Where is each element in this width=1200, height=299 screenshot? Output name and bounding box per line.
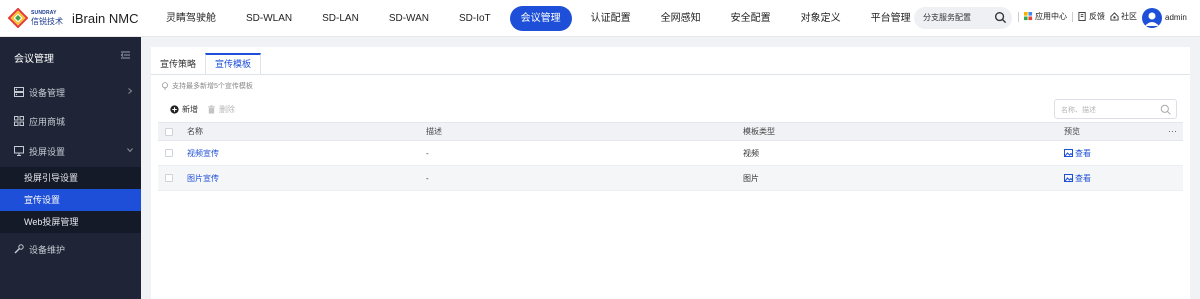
nav-item-security[interactable]: 安全配置 [720,6,782,31]
nav-item-cockpit[interactable]: 灵睛驾驶舱 [155,6,227,31]
table-header: 名称 描述 模板类型 预览 ··· [158,122,1183,141]
app-center-button[interactable]: 应用中心 [1024,11,1067,22]
delete-button-label: 删除 [219,105,235,114]
header-name[interactable]: 名称 [187,126,426,137]
main-nav: 灵睛驾驶舱 SD-WLAN SD-LAN SD-WAN SD-IoT 会议管理 … [155,6,930,31]
wrench-icon [14,244,24,254]
template-table: 名称 描述 模板类型 预览 ··· 视频宣传 - 视频 查看 图片宣传 - 图片… [158,122,1183,191]
feedback-label: 反馈 [1089,12,1105,21]
chevron-down-icon [127,148,133,153]
divider [1018,11,1019,22]
row-desc: - [426,173,429,183]
nav-item-sd-wlan[interactable]: SD-WLAN [235,6,303,31]
table-toolbar: 新增 删除 [170,104,244,115]
logo-text-en: SUNDRAY [31,9,57,16]
sidebar: 会议管理 设备管理 应用商城 投屏设置 投屏引导设置 宣传设置 Web投屏管理 … [0,37,141,299]
sidebar-item-label: 设备管理 [29,87,66,98]
table-row[interactable]: 图片宣传 - 图片 查看 [158,166,1183,191]
header-preview[interactable]: 预览 [1064,126,1183,137]
nav-item-awareness[interactable]: 全网感知 [650,6,712,31]
plus-circle-icon [170,105,179,114]
row-checkbox[interactable] [165,174,173,182]
header-type[interactable]: 模板类型 [743,126,1064,137]
delete-button[interactable]: 删除 [207,104,235,115]
sidebar-item-label: 投屏设置 [29,146,66,157]
sidebar-subitem-cast-guide[interactable]: 投屏引导设置 [0,167,141,189]
sidebar-item-maintenance[interactable]: 设备维护 [0,238,141,260]
table-row[interactable]: 视频宣传 - 视频 查看 [158,141,1183,166]
lightbulb-icon [162,82,168,90]
row-name-link[interactable]: 视频宣传 [187,149,219,158]
user-icon [1145,12,1159,26]
image-icon [1064,149,1073,157]
username[interactable]: admin [1165,13,1187,22]
avatar[interactable] [1142,8,1162,28]
add-button[interactable]: 新增 [170,104,198,115]
search-icon[interactable] [994,11,1007,24]
logo-mark-icon [7,7,29,29]
info-hint-text: 支持最多新增5个宣传模板 [172,83,253,90]
feedback-button[interactable]: 反馈 [1078,11,1105,22]
global-search-value: 分支服务配置 [923,13,971,22]
logo-text-cn: 信锐技术 [31,16,63,26]
community-button[interactable]: 社区 [1110,11,1137,22]
app-grid-icon [1024,12,1033,21]
row-checkbox[interactable] [165,149,173,157]
search-icon[interactable] [1160,104,1171,115]
logo[interactable]: SUNDRAY 信锐技术 [7,7,63,29]
table-search-input[interactable]: 名称、描述 [1054,99,1177,119]
row-desc: - [426,148,429,158]
feedback-icon [1078,12,1086,21]
grid-icon [14,116,24,126]
select-all-checkbox[interactable] [165,127,173,136]
tab-bar: 宣传策略 宣传模板 [151,53,262,75]
nav-item-objects[interactable]: 对象定义 [790,6,852,31]
product-name: iBrain NMC [72,11,139,26]
nav-item-sd-iot[interactable]: SD-IoT [448,6,502,31]
server-icon [14,87,24,97]
info-hint: 支持最多新增5个宣传模板 [161,81,253,91]
nav-item-platform[interactable]: 平台管理 [860,6,922,31]
preview-link[interactable]: 查看 [1075,173,1091,184]
nav-item-meeting[interactable]: 会议管理 [509,6,572,31]
image-icon [1064,174,1073,182]
table-search-placeholder: 名称、描述 [1061,107,1096,114]
tab-divider [151,74,1190,75]
preview-link[interactable]: 查看 [1075,148,1091,159]
sidebar-subitem-web-cast[interactable]: Web投屏管理 [0,211,141,233]
sidebar-subitem-promotion[interactable]: 宣传设置 [0,189,141,211]
community-icon [1110,12,1119,21]
tab-promotion-template[interactable]: 宣传模板 [205,53,262,75]
header-desc[interactable]: 描述 [426,126,743,137]
top-bar: SUNDRAY 信锐技术 iBrain NMC 灵睛驾驶舱 SD-WLAN SD… [0,0,1200,37]
main-content: 宣传策略 宣传模板 支持最多新增5个宣传模板 新增 删除 名称、描述 名称 描述… [151,47,1190,299]
community-label: 社区 [1121,12,1137,21]
monitor-icon [14,146,24,156]
sidebar-item-label: 设备维护 [29,244,66,255]
add-button-label: 新增 [182,105,198,114]
row-type: 视频 [743,148,759,158]
app-center-label: 应用中心 [1035,12,1067,21]
nav-item-sd-wan[interactable]: SD-WAN [378,6,440,31]
row-name-link[interactable]: 图片宣传 [187,174,219,183]
trash-icon [207,105,216,114]
column-settings-icon[interactable]: ··· [1168,126,1177,136]
sidebar-item-label: 应用商城 [29,116,66,127]
nav-item-auth[interactable]: 认证配置 [580,6,642,31]
row-type: 图片 [743,173,759,183]
header-tools: 应用中心 反馈 社区 [1018,11,1142,22]
collapse-menu-icon[interactable] [121,51,130,59]
sidebar-item-app-store[interactable]: 应用商城 [0,110,141,132]
nav-item-sd-lan[interactable]: SD-LAN [311,6,370,31]
sidebar-item-screen-cast[interactable]: 投屏设置 [0,140,141,162]
sidebar-title: 会议管理 [14,54,54,65]
global-search[interactable]: 分支服务配置 [914,7,1012,29]
tab-promotion-policy[interactable]: 宣传策略 [151,53,205,75]
divider [1072,11,1073,22]
sidebar-item-device-management[interactable]: 设备管理 [0,81,141,103]
chevron-right-icon [128,88,133,94]
